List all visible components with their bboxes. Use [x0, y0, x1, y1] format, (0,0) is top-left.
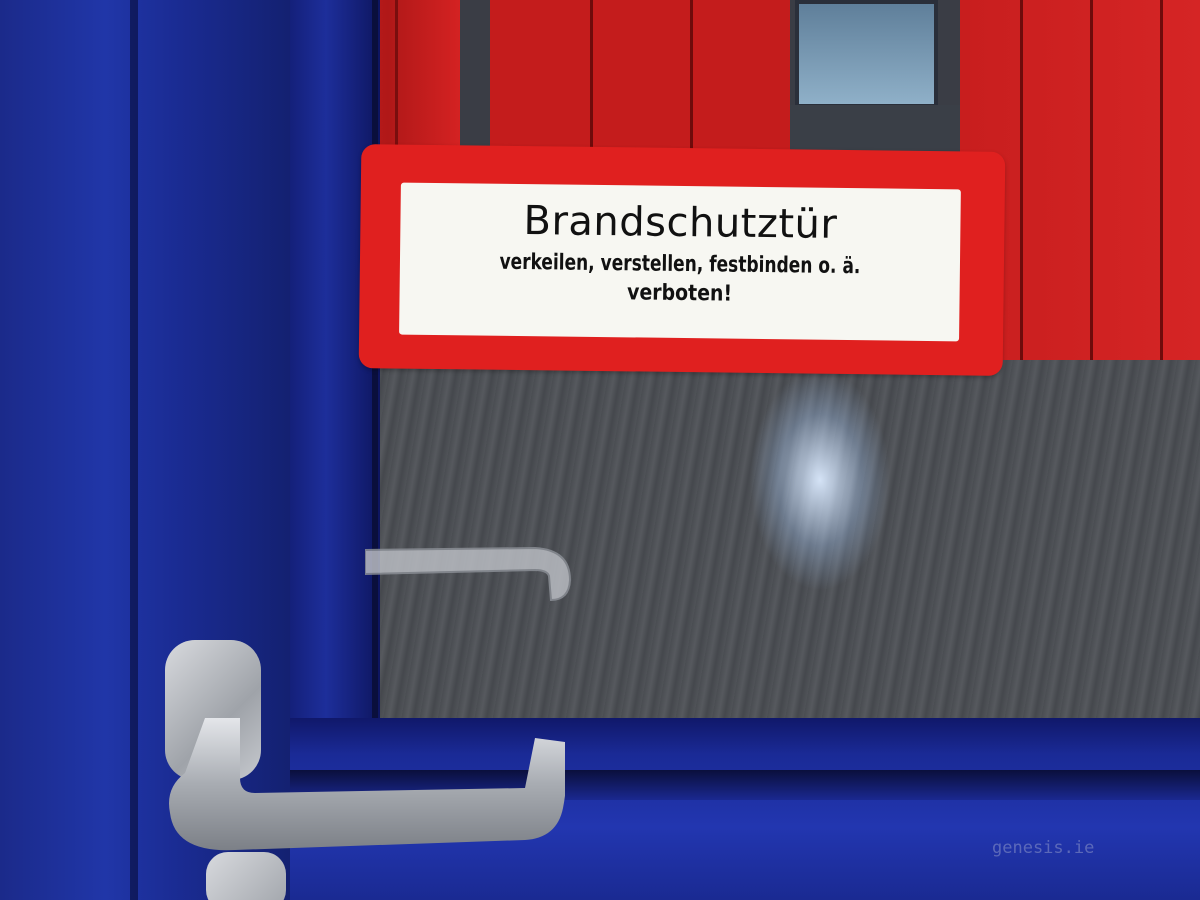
sign-forbidden-line: verboten! — [626, 280, 733, 307]
door-lock-rose — [206, 852, 286, 900]
door-seam — [130, 0, 138, 900]
sign-title: Brandschutztür — [523, 198, 838, 248]
photo-scene: Brandschutztür verkeilen, verstellen, fe… — [0, 0, 1200, 900]
sign-warning-line: verkeilen, verstellen, festbinden o. ä. — [499, 249, 861, 280]
lockers-back — [490, 0, 790, 150]
fire-door-sign: Brandschutztür verkeilen, verstellen, fe… — [358, 144, 1006, 376]
window — [795, 0, 938, 108]
door-handle-icon-far-side[interactable] — [365, 540, 575, 610]
watermark: genesis.ie — [992, 838, 1095, 858]
door-handle-icon[interactable] — [165, 718, 565, 858]
sign-text-panel: Brandschutztür verkeilen, verstellen, fe… — [399, 182, 961, 342]
window-sill — [790, 105, 965, 150]
